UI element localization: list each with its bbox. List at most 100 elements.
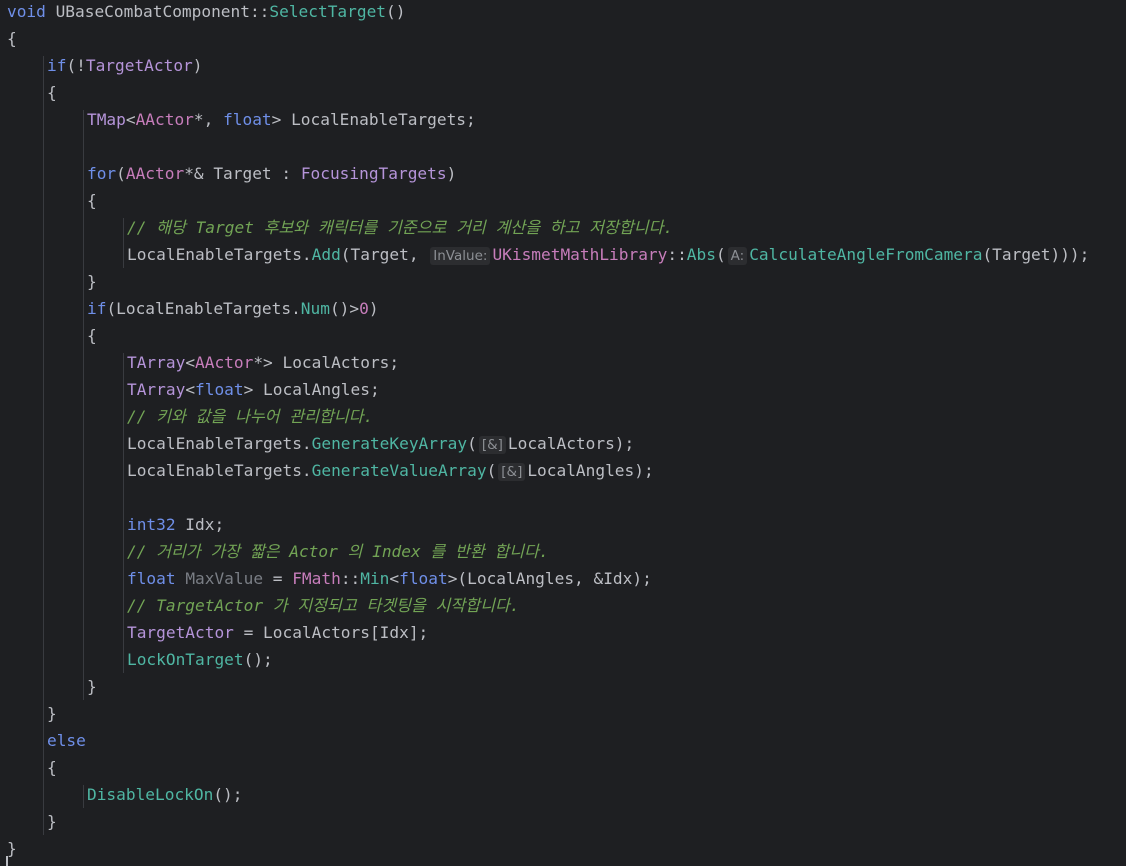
code-token[interactable]: :: (341, 569, 360, 588)
code-token[interactable]: >(LocalAngles, &Idx); (448, 569, 652, 588)
code-line[interactable]: TMap<AActor*, float> LocalEnableTargets; (87, 108, 476, 135)
code-token[interactable]: { (47, 83, 57, 102)
keyword-token[interactable]: else (47, 731, 86, 750)
keyword-token[interactable]: if (47, 56, 66, 75)
code-line[interactable]: int32 Idx; (127, 513, 224, 540)
code-token[interactable]: *, (194, 110, 223, 129)
code-line[interactable]: void UBaseCombatComponent::SelectTarget(… (7, 0, 405, 27)
code-line[interactable]: { (87, 189, 97, 216)
keyword-token[interactable]: void (7, 2, 46, 21)
code-line[interactable]: else (47, 729, 86, 756)
code-line[interactable]: LocalEnableTargets.GenerateValueArray([&… (127, 459, 654, 486)
type-token[interactable]: FocusingTargets (301, 164, 447, 183)
type-token[interactable]: TArray (127, 380, 185, 399)
class-token[interactable]: AActor (195, 353, 253, 372)
code-token[interactable] (176, 569, 186, 588)
function-token[interactable]: Min (360, 569, 389, 588)
code-line[interactable]: LockOnTarget(); (127, 648, 273, 675)
code-line[interactable]: } (87, 675, 97, 702)
number-token[interactable]: 0 (359, 299, 369, 318)
code-line[interactable]: DisableLockOn(); (87, 783, 242, 810)
code-comment[interactable]: // 키와 값을 나누어 관리합니다. (127, 407, 373, 426)
code-token[interactable]: :: (250, 2, 269, 21)
code-token[interactable]: LocalEnableTargets. (127, 245, 312, 264)
code-token[interactable]: = LocalActors[Idx]; (234, 623, 429, 642)
code-line[interactable]: } (7, 837, 17, 864)
code-line[interactable]: for(AActor*& Target : FocusingTargets) (87, 162, 456, 189)
class-token[interactable]: AActor (126, 164, 184, 183)
code-token[interactable]: { (87, 191, 97, 210)
class-token[interactable]: UKismetMathLibrary (492, 245, 667, 264)
keyword-token[interactable]: for (87, 164, 116, 183)
function-token[interactable]: SelectTarget (269, 2, 386, 21)
code-line[interactable]: LocalEnableTargets.Add(Target, InValue: U… (127, 243, 1089, 270)
code-token[interactable]: UBaseCombatComponent (46, 2, 250, 21)
code-token[interactable]: LocalEnableTargets. (127, 461, 312, 480)
keyword-token[interactable]: int32 (127, 515, 176, 534)
code-line[interactable]: { (47, 81, 57, 108)
code-token[interactable]: } (87, 272, 97, 291)
keyword-token[interactable]: float (399, 569, 448, 588)
function-token[interactable]: Abs (687, 245, 716, 264)
code-line[interactable]: // 해당 Target 후보와 캐릭터를 기준으로 거리 계산을 하고 저장합… (127, 216, 673, 243)
code-token[interactable]: } (47, 812, 57, 831)
function-token[interactable]: GenerateValueArray (312, 461, 487, 480)
code-token[interactable]: } (87, 677, 97, 696)
code-token[interactable]: (); (244, 650, 273, 669)
code-comment[interactable]: // 해당 Target 후보와 캐릭터를 기준으로 거리 계산을 하고 저장합… (127, 218, 673, 237)
code-token[interactable]: ) (193, 56, 203, 75)
function-token[interactable]: Add (312, 245, 341, 264)
code-token[interactable]: (! (66, 56, 85, 75)
code-token[interactable]: ( (487, 461, 497, 480)
keyword-token[interactable]: float (127, 569, 176, 588)
code-token[interactable]: > LocalEnableTargets; (272, 110, 476, 129)
keyword-token[interactable]: float (223, 110, 272, 129)
type-token[interactable]: TargetActor (127, 623, 234, 642)
code-token[interactable]: ()> (330, 299, 359, 318)
function-token[interactable]: LockOnTarget (127, 650, 244, 669)
code-token[interactable]: { (47, 758, 57, 777)
code-token[interactable]: (); (213, 785, 242, 804)
code-comment[interactable]: // TargetActor 가 지정되고 타겟팅을 시작합니다. (127, 596, 520, 615)
type-token[interactable]: TArray (127, 353, 185, 372)
code-line[interactable]: TargetActor = LocalActors[Idx]; (127, 621, 428, 648)
code-line[interactable]: float MaxValue = FMath::Min<float>(Local… (127, 567, 652, 594)
code-line[interactable]: // 키와 값을 나누어 관리합니다. (127, 405, 373, 432)
code-line[interactable]: // 거리가 가장 짧은 Actor 의 Index 를 반환 합니다. (127, 540, 549, 567)
code-token[interactable]: (Target, (341, 245, 428, 264)
code-token[interactable]: ) (369, 299, 379, 318)
code-token[interactable]: < (185, 380, 195, 399)
code-line[interactable]: { (47, 756, 57, 783)
unused-variable-token[interactable]: MaxValue (185, 569, 263, 588)
class-token[interactable]: FMath (292, 569, 341, 588)
type-token[interactable]: TMap (87, 110, 126, 129)
code-line[interactable]: TArray<AActor*> LocalActors; (127, 351, 399, 378)
function-token[interactable]: Num (301, 299, 330, 318)
code-token[interactable]: LocalAngles); (527, 461, 653, 480)
code-token[interactable]: { (7, 29, 17, 48)
code-token[interactable]: :: (667, 245, 686, 264)
code-token[interactable]: } (47, 704, 57, 723)
code-token[interactable]: () (386, 2, 405, 21)
code-token[interactable]: ) (447, 164, 457, 183)
code-token[interactable]: LocalActors); (508, 434, 634, 453)
class-token[interactable]: AActor (136, 110, 194, 129)
code-line[interactable]: { (87, 324, 97, 351)
code-token[interactable]: } (7, 839, 17, 858)
code-comment[interactable]: // 거리가 가장 짧은 Actor 의 Index 를 반환 합니다. (127, 542, 549, 561)
code-line[interactable]: { (7, 27, 17, 54)
function-token[interactable]: CalculateAngleFromCamera (749, 245, 982, 264)
code-token[interactable]: LocalEnableTargets. (127, 434, 312, 453)
code-token[interactable]: < (389, 569, 399, 588)
code-token[interactable]: ( (116, 164, 126, 183)
type-token[interactable]: TargetActor (86, 56, 193, 75)
code-token[interactable]: *> LocalActors; (253, 353, 399, 372)
code-token[interactable]: ( (716, 245, 726, 264)
keyword-token[interactable]: float (195, 380, 244, 399)
code-token[interactable]: Idx; (176, 515, 224, 534)
code-token[interactable]: (Target))); (982, 245, 1089, 264)
code-line[interactable]: if(!TargetActor) (47, 54, 203, 81)
code-line[interactable]: LocalEnableTargets.GenerateKeyArray([&] L… (127, 432, 634, 459)
code-editor[interactable]: void UBaseCombatComponent::SelectTarget(… (0, 0, 1126, 866)
code-line[interactable]: if(LocalEnableTargets.Num()>0) (87, 297, 379, 324)
